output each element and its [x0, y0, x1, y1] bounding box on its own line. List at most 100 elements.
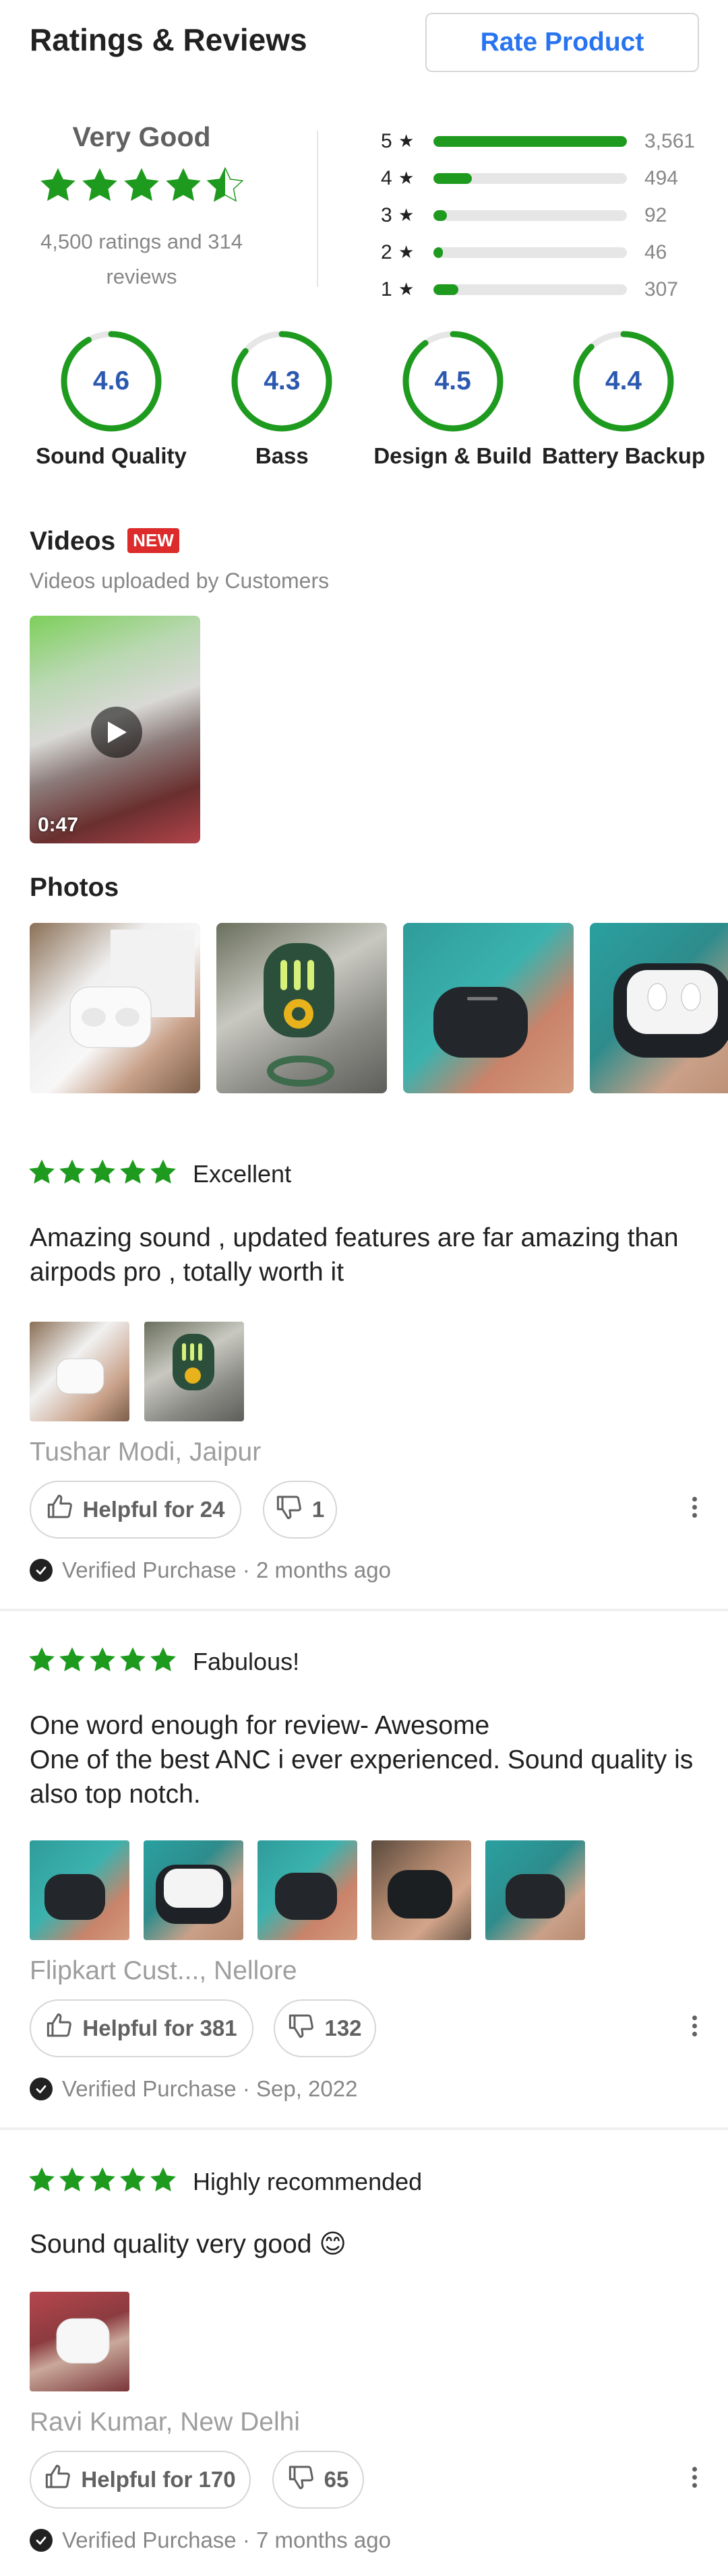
verified-purchase: Verified Purchase · 2 months ago: [30, 1557, 391, 1583]
aspect-score: 4.4: [605, 366, 642, 395]
histogram-count: 494: [644, 166, 679, 189]
rating-gauge: 4.6: [59, 329, 164, 434]
aspect-score: 4.3: [264, 366, 301, 395]
histogram-bar: [433, 247, 444, 258]
aspect-rating: 4.6 Sound Quality: [27, 329, 195, 469]
not-helpful-button[interactable]: 65: [272, 2451, 364, 2509]
review-divider: [0, 1609, 728, 1611]
review-title: Highly recommended: [193, 2168, 423, 2195]
helpful-button[interactable]: Helpful for 24: [30, 1481, 241, 1539]
review-photo[interactable]: [144, 1322, 244, 1421]
review-divider: [0, 2127, 728, 2130]
review-author: Flipkart Cust..., Nellore: [30, 1956, 297, 1985]
videos-title: Videos: [30, 527, 116, 556]
verified-text: Verified Purchase · 2 months ago: [62, 1557, 391, 1582]
review-photo[interactable]: [30, 1322, 129, 1421]
not-helpful-count: 132: [324, 2016, 362, 2040]
photo-thumbnail[interactable]: [30, 923, 200, 1093]
aspect-label: Design & Build: [373, 443, 532, 468]
aspect-label: Sound Quality: [36, 443, 187, 468]
histogram-row: 2 ★ 46: [381, 234, 711, 271]
star-icon: [90, 1647, 115, 1672]
review-photo[interactable]: [257, 1840, 357, 1940]
histogram-count: 46: [644, 240, 667, 263]
rating-gauge: 4.3: [229, 329, 334, 434]
histogram-row: 3 ★ 92: [381, 197, 711, 234]
aspect-label: Bass: [255, 443, 309, 468]
thumbs-up-icon: [44, 2464, 71, 2496]
star-icon: [120, 1647, 146, 1672]
rating-label: Very Good: [72, 121, 211, 152]
helpful-label: Helpful for 170: [81, 2467, 236, 2492]
not-helpful-count: 1: [311, 1497, 325, 1522]
helpful-button[interactable]: Helpful for 381: [30, 1999, 253, 2057]
not-helpful-button[interactable]: 1: [263, 1481, 337, 1539]
review-stars: [27, 2165, 179, 2195]
review-title: Excellent: [193, 1160, 292, 1188]
check-icon: [30, 2529, 53, 2552]
more-options-icon[interactable]: [688, 1497, 701, 1518]
review-title: Fabulous!: [193, 1648, 300, 1675]
verified-purchase: Verified Purchase · Sep, 2022: [30, 2076, 357, 2102]
star-icon: [120, 1159, 146, 1184]
helpful-label: Helpful for 381: [82, 2016, 237, 2040]
not-helpful-count: 65: [324, 2467, 349, 2492]
star-icon: ★: [398, 205, 415, 225]
star-icon: [59, 1159, 85, 1184]
histogram-count: 307: [644, 278, 679, 300]
star-icon: ★: [398, 279, 415, 299]
not-helpful-button[interactable]: 132: [274, 1999, 376, 2057]
star-icon: [124, 168, 159, 201]
star-icon: [206, 166, 244, 202]
photo-thumbnail[interactable]: [216, 923, 387, 1093]
review-author: Tushar Modi, Jaipur: [30, 1438, 262, 1467]
divider: [317, 131, 318, 287]
photo-thumbnail[interactable]: [403, 923, 574, 1093]
review-photo[interactable]: [30, 1840, 129, 1940]
rating-stars: [20, 165, 263, 208]
star-icon: [90, 1159, 115, 1184]
video-thumbnail[interactable]: 0:47: [30, 616, 200, 843]
histogram-track: [433, 172, 627, 184]
review-text: One word enough for review- Awesome One …: [30, 1711, 694, 1809]
more-options-icon[interactable]: [688, 2016, 701, 2036]
review-photos: [30, 1840, 585, 1940]
review-text: Amazing sound , updated features are far…: [30, 1223, 679, 1287]
rating-gauge: 4.5: [400, 329, 506, 434]
star-icon: [59, 1647, 85, 1672]
histogram-bar: [433, 210, 448, 221]
star-icon: [120, 2167, 146, 2192]
histogram-count: 92: [644, 203, 667, 226]
review-photo[interactable]: [371, 1840, 471, 1940]
review-stars: [27, 1645, 179, 1675]
histogram-bar: [433, 172, 473, 184]
aspect-ratings: 4.6 Sound Quality 4.3 Bass 4.5 Design & Build…: [27, 329, 708, 469]
review-photo[interactable]: [485, 1840, 585, 1940]
thumbs-down-icon: [276, 1493, 303, 1526]
section-title: Ratings & Reviews: [30, 22, 307, 57]
star-icon: [29, 1159, 55, 1184]
star-icon: [150, 1159, 176, 1184]
thumbs-up-icon: [46, 2012, 73, 2044]
play-icon[interactable]: [91, 707, 142, 758]
review-photo[interactable]: [30, 2292, 129, 2391]
helpful-button[interactable]: Helpful for 170: [30, 2451, 251, 2509]
star-icon: ★: [398, 131, 415, 151]
histogram-track: [433, 247, 627, 258]
videos-subtitle: Videos uploaded by Customers: [30, 569, 330, 593]
star-icon: [29, 1647, 55, 1672]
rating-histogram: 5 ★ 3,561 4 ★ 494 3 ★ 92 2 ★ 46 1 ★ 307: [381, 123, 711, 308]
aspect-score: 4.5: [434, 366, 471, 395]
histogram-count: 3,561: [644, 129, 696, 152]
rate-product-button[interactable]: Rate Product: [425, 13, 699, 72]
star-icon: ★: [398, 168, 415, 188]
aspect-score: 4.6: [92, 366, 130, 395]
star-icon: [82, 168, 117, 201]
photo-thumbnail[interactable]: [590, 923, 728, 1093]
thumbs-down-icon: [288, 2012, 315, 2044]
check-icon: [30, 2078, 53, 2100]
photo-strip: [30, 923, 728, 1093]
review-photo[interactable]: [144, 1840, 243, 1940]
more-options-icon[interactable]: [688, 2467, 701, 2488]
videos-header: Videos NEW: [30, 527, 179, 556]
